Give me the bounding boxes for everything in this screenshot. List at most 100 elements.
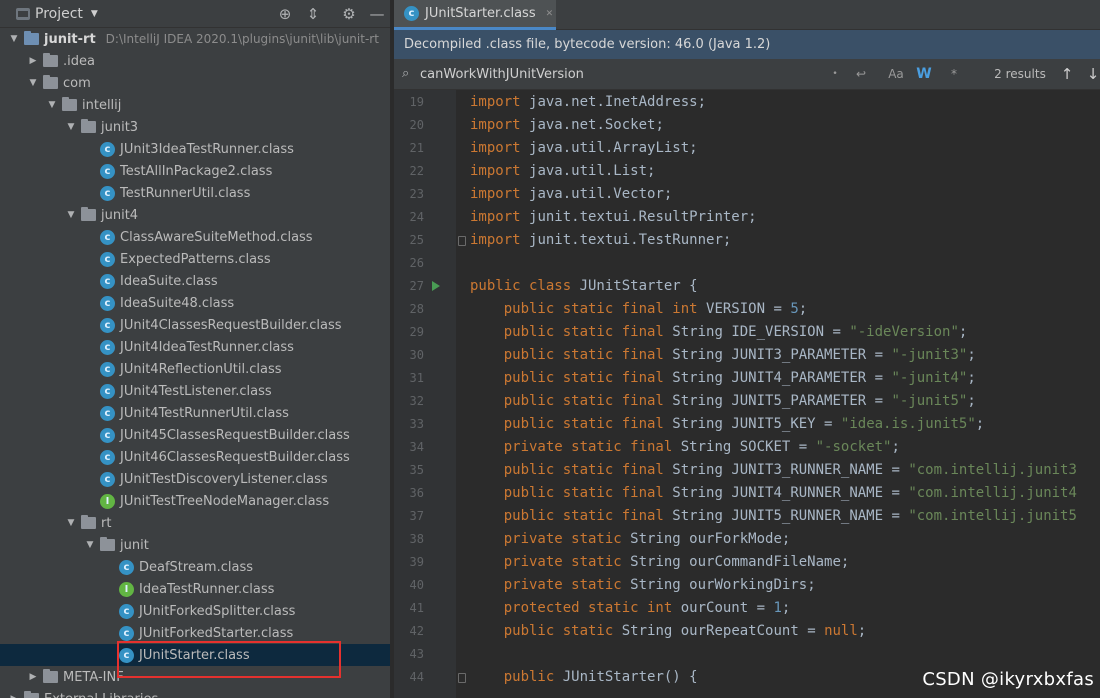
tree-item[interactable]: ▶cJUnitStarter.class [0,644,390,666]
code-token: String [672,347,732,363]
tree-item[interactable]: ▼ junit3 [0,116,390,138]
tree-item[interactable]: ▼ junit [0,534,390,556]
tree-item[interactable]: ▶IJUnitTestTreeNodeManager.class [0,490,390,512]
tree-item-label: junit [120,537,149,553]
match-case-toggle[interactable]: Aa [886,65,906,83]
line-number: 27 [409,279,424,293]
tree-item[interactable]: ▶ META-INF [0,666,390,688]
tree-item-label: junit3 [101,119,139,135]
tree-item[interactable]: ▶cJUnit4ClassesRequestBuilder.class [0,314,390,336]
search-input[interactable]: canWorkWithJUnitVersion [420,67,584,82]
code-editor[interactable]: 19 20 21 22 23 24 25 26 27 28 29 30 31 32 33 34 35 36 37 38… [394,90,1100,698]
tree-item-label: JUnitStarter.class [139,647,250,663]
tree-item[interactable]: ▼ junit4 [0,204,390,226]
tree-item[interactable]: ▶cTestAllInPackage2.class [0,160,390,182]
tree-item[interactable]: ▼ rt [0,512,390,534]
code-token: JUNIT5_RUNNER_NAME [731,508,884,524]
tree-item[interactable]: ▶cJUnitTestDiscoveryListener.class [0,468,390,490]
decompiled-notice-banner: Decompiled .class file, bytecode version… [394,30,1100,59]
line-number: 21 [409,141,424,155]
expanded-arrow-icon[interactable]: ▼ [46,100,58,110]
tree-item[interactable]: ▶cJUnit3IdeaTestRunner.class [0,138,390,160]
search-history-dot-icon[interactable]: • [828,65,842,83]
expanded-arrow-icon[interactable]: ▼ [65,210,77,220]
run-gutter-icon[interactable] [432,281,440,291]
tree-item-label: JUnit4TestRunnerUtil.class [120,405,289,421]
tree-item[interactable]: ▶ External Libraries [0,688,390,698]
interface-file-icon: I [100,493,115,509]
gear-icon[interactable]: ⚙ [339,4,359,24]
tree-item-label: .idea [63,53,95,69]
tree-item[interactable]: ▶cDeafStream.class [0,556,390,578]
tree-item-label: External Libraries [44,692,158,698]
tree-item[interactable]: ▶cJUnitForkedStarter.class [0,622,390,644]
tree-item[interactable]: ▶cClassAwareSuiteMethod.class [0,226,390,248]
tree-item[interactable]: ▶cJUnit4TestRunnerUtil.class [0,402,390,424]
code-token: public static final [503,508,673,524]
line-number: 31 [409,371,424,385]
code-token: public static final [503,485,673,501]
tree-item[interactable]: ▶cExpectedPatterns.class [0,248,390,270]
tree-item[interactable]: ▶cJUnitForkedSplitter.class [0,600,390,622]
collapsed-arrow-icon[interactable]: ▶ [27,672,39,682]
fold-marker-icon[interactable] [458,236,466,246]
expanded-arrow-icon[interactable]: ▼ [65,518,77,528]
tree-item-label: IdeaTestRunner.class [139,581,275,597]
tree-item[interactable]: ▶cJUnit45ClassesRequestBuilder.class [0,424,390,446]
tree-item[interactable]: ▶cIdeaSuite48.class [0,292,390,314]
tree-item[interactable]: ▶cJUnit4TestListener.class [0,380,390,402]
line-number: 32 [409,394,424,408]
code-token: String [672,370,732,386]
line-number: 20 [409,118,424,132]
code-token: import [470,209,530,225]
fold-marker-icon[interactable] [458,673,466,683]
tree-item[interactable]: ▶cTestRunnerUtil.class [0,182,390,204]
library-icon [24,691,39,698]
locate-file-icon[interactable]: ⊕ [275,4,295,24]
tree-item[interactable]: ▶ .idea [0,50,390,72]
regex-toggle[interactable]: * [946,65,962,83]
tree-item[interactable]: ▼ intellij [0,94,390,116]
hide-panel-icon[interactable]: — [367,4,387,24]
tree-item[interactable]: ▶IIdeaTestRunner.class [0,578,390,600]
new-line-icon[interactable]: ↩ [852,65,870,83]
tree-item[interactable]: ▶cIdeaSuite.class [0,270,390,292]
arrow-down-icon[interactable]: ↓ [1084,65,1100,83]
code-token: "-ideVersion" [849,324,959,340]
project-view-selector[interactable]: Project [35,6,83,22]
tab-junitstarter-class[interactable]: c JUnitStarter.class ✕ [394,0,556,30]
tree-item[interactable]: ▶cJUnit46ClassesRequestBuilder.class [0,446,390,468]
tree-item[interactable]: ▶cJUnit4IdeaTestRunner.class [0,336,390,358]
whole-words-toggle[interactable]: W [914,65,934,83]
tree-item-label: JUnitTestTreeNodeManager.class [120,493,330,509]
arrow-up-icon[interactable]: ↑ [1058,65,1076,83]
expanded-arrow-icon[interactable]: ▼ [27,78,39,88]
code-token: public static final [503,324,673,340]
expanded-arrow-icon[interactable]: ▼ [8,34,20,44]
code-token: java.util.ArrayList; [529,140,698,156]
collapse-all-icon[interactable]: ⇕ [303,4,323,24]
code-token: ; [975,416,985,432]
tree-item[interactable]: ▼ com [0,72,390,94]
class-file-icon: c [100,229,115,245]
code-token: = [866,393,892,409]
code-token: JUNIT3_RUNNER_NAME [731,462,884,478]
module-folder-icon [24,31,39,45]
code-token: ; [967,370,976,386]
collapsed-arrow-icon[interactable]: ▶ [27,56,39,66]
expanded-arrow-icon[interactable]: ▼ [84,540,96,550]
code-token: = [765,301,791,317]
tree-item-label: META-INF [63,669,124,685]
project-tool-window: Project ▼ ⊕ ⇕ ⚙ — ▼ junit-rt D:\IntelliJ I… [0,0,390,698]
tree-item[interactable]: ▶cJUnit4ReflectionUtil.class [0,358,390,380]
chevron-down-icon[interactable]: ▼ [91,9,98,19]
close-icon[interactable]: ✕ [546,9,554,19]
line-number: 29 [409,325,424,339]
tree-item[interactable]: ▼ junit-rt D:\IntelliJ IDEA 2020.1\plugins… [0,28,390,50]
expanded-arrow-icon[interactable]: ▼ [65,122,77,132]
code-token: "-junit4" [891,370,968,386]
tree-item-label: rt [101,515,112,531]
code-token: java.util.List; [529,163,656,179]
collapsed-arrow-icon[interactable]: ▶ [8,694,20,698]
search-icon[interactable]: ⌕ [402,67,416,81]
